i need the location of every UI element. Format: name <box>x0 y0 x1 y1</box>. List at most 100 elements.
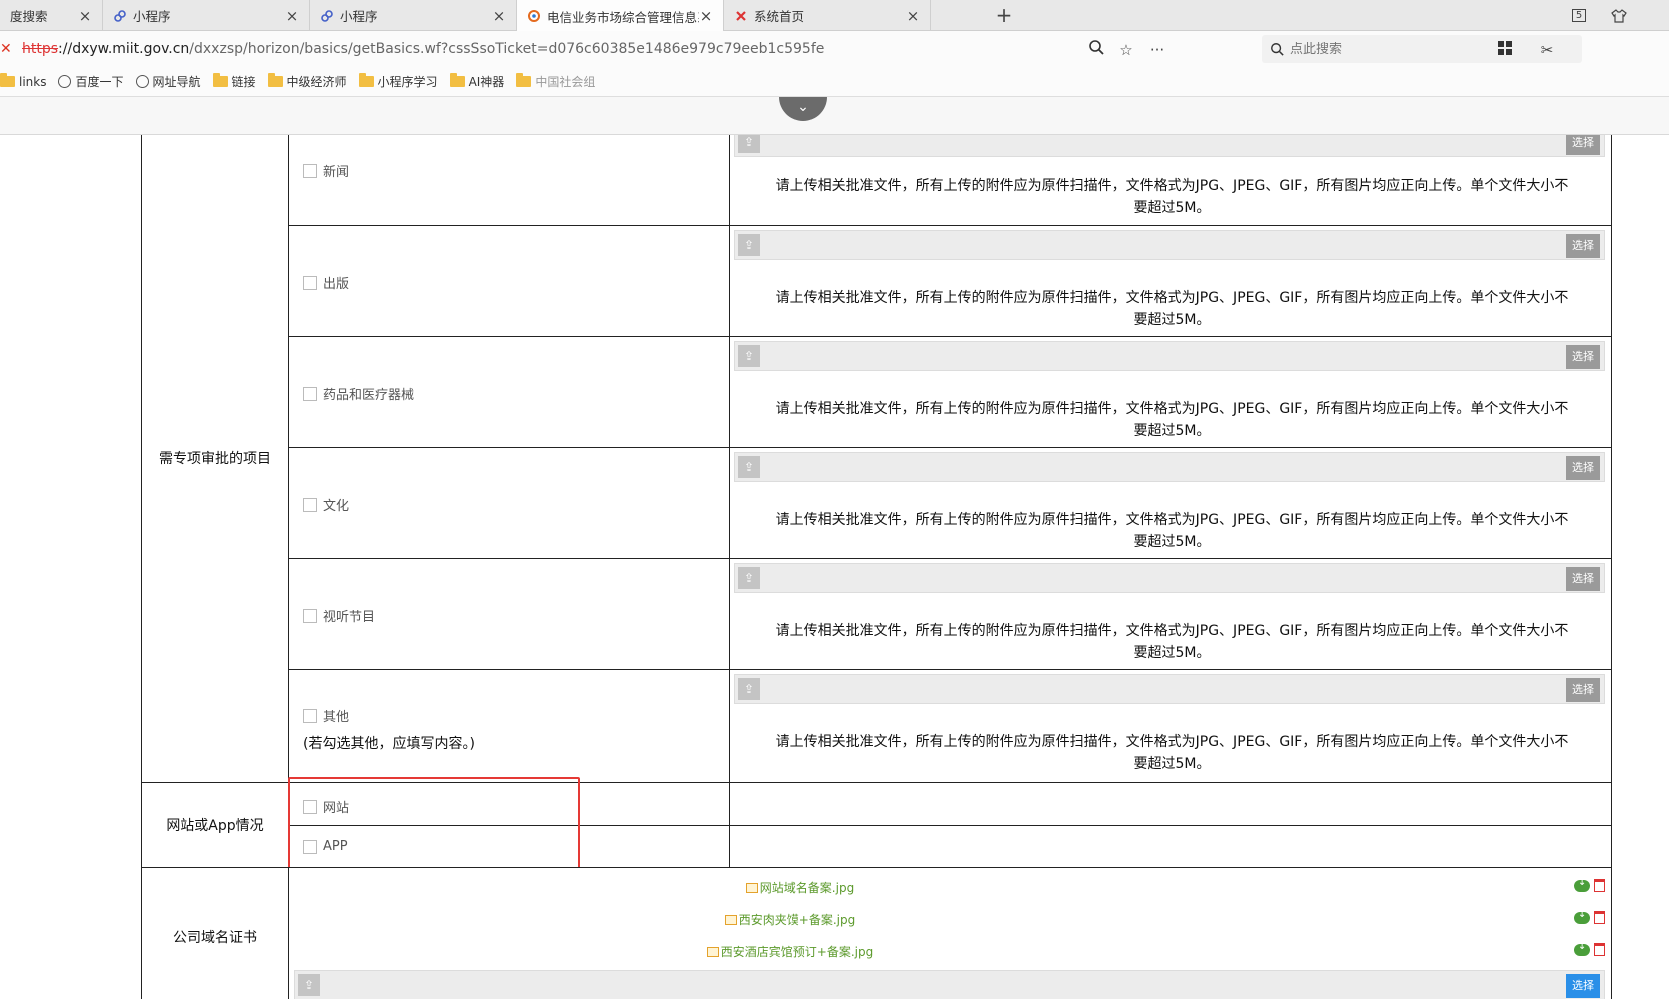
section-label-text: 网站或App情况 <box>166 818 264 834</box>
bookmark-social-org[interactable]: 中国社会组 <box>516 73 595 90</box>
logo-red-icon <box>736 10 746 21</box>
checkbox-box[interactable] <box>303 608 317 623</box>
bookmark-economist[interactable]: 中级经济师 <box>267 73 347 90</box>
folder-icon <box>516 73 532 87</box>
bookmark-label: 小程序学习 <box>377 75 438 89</box>
pick-button[interactable]: 选择 <box>1566 974 1600 998</box>
tab-miniprogram-2[interactable]: 小程序 × <box>310 0 517 31</box>
file-actions <box>1574 877 1605 892</box>
upload-bar-news[interactable]: ⇪ 选择 <box>734 135 1605 157</box>
bookmarks-bar: links 百度一下 网址导航 链接 中级经济师 小程序学习 AI神器 中国社会… <box>0 67 1669 97</box>
tab-miniprogram-1[interactable]: 小程序 × <box>103 0 310 31</box>
chevron-down-icon[interactable]: ⌄ <box>779 97 827 121</box>
search-box[interactable] <box>1262 35 1582 63</box>
apps-grid-icon[interactable] <box>1494 39 1516 61</box>
upload-bar-publishing[interactable]: ⇪ 选择 <box>734 230 1605 260</box>
checkbox-medicine[interactable]: 药品和医疗器械 <box>303 384 414 403</box>
tab-system-home[interactable]: 系统首页 × <box>724 0 931 31</box>
upload-icon[interactable]: ⇪ <box>738 456 760 478</box>
notice-line: 请上传相关批准文件，所有上传的附件应为原件扫描件，文件格式为JPG、JPEG、G… <box>775 623 1569 639</box>
close-icon[interactable]: × <box>492 7 506 25</box>
upload-bar-other[interactable]: ⇪ 选择 <box>734 674 1605 704</box>
bookmark-label: 链接 <box>231 75 256 89</box>
file-link[interactable]: 西安肉夹馍+备案.jpg <box>690 911 890 928</box>
pick-button[interactable]: 选择 <box>1566 135 1600 155</box>
upload-icon[interactable]: ⇪ <box>738 135 760 153</box>
upload-bar-culture[interactable]: ⇪ 选择 <box>734 452 1605 482</box>
close-icon[interactable]: × <box>78 7 92 25</box>
bookmark-ai-tools[interactable]: AI神器 <box>449 73 504 90</box>
scissors-icon[interactable]: ✂ <box>1536 39 1558 61</box>
pick-button[interactable]: 选择 <box>1566 456 1600 480</box>
search-input[interactable] <box>1290 41 1570 57</box>
pick-button[interactable]: 选择 <box>1566 678 1600 702</box>
checkbox-box[interactable] <box>303 163 317 178</box>
link-icon <box>321 9 333 22</box>
tab-title: 度搜索 <box>10 9 48 24</box>
upload-bar-medicine[interactable]: ⇪ 选择 <box>734 341 1605 371</box>
checkbox-news[interactable]: 新闻 <box>303 161 349 180</box>
upload-bar-audiovisual[interactable]: ⇪ 选择 <box>734 563 1605 593</box>
bookmark-links-folder[interactable]: 链接 <box>212 73 256 90</box>
pick-button[interactable]: 选择 <box>1566 234 1600 258</box>
file-link[interactable]: 网站域名备案.jpg <box>700 879 900 896</box>
upload-icon[interactable]: ⇪ <box>298 974 320 996</box>
checkbox-label: 新闻 <box>323 165 350 180</box>
insecure-lock-icon[interactable]: ✕ <box>0 41 16 57</box>
close-icon[interactable]: × <box>699 7 713 25</box>
checkbox-culture[interactable]: 文化 <box>303 495 349 514</box>
bookmark-url-nav[interactable]: 网址导航 <box>135 73 201 90</box>
star-icon[interactable]: ☆ <box>1115 39 1137 61</box>
url-field[interactable]: ✕ https://dxyw.miit.gov.cn/dxxzsp/horizo… <box>0 35 1250 63</box>
site-value-website <box>729 782 1612 826</box>
special-item-culture <box>288 447 730 559</box>
upload-icon[interactable]: ⇪ <box>738 678 760 700</box>
tab-count-icon[interactable]: 5 <box>1559 0 1599 31</box>
checkbox-other[interactable]: 其他 <box>303 706 349 725</box>
upload-bar-domain[interactable]: ⇪ 选择 <box>294 970 1605 999</box>
overflow-spacer <box>1639 0 1669 31</box>
tab-title: 电信业务市场综合管理信息系 <box>547 9 699 25</box>
checkbox-box[interactable] <box>303 386 317 401</box>
checkbox-audiovisual[interactable]: 视听节目 <box>303 606 375 625</box>
notice-line: 要超过5M。 <box>1133 423 1211 439</box>
form-scroll-area: 需专项审批的项目 ⇪ 选择 新闻 请上传相关批准文件，所有上传的附件应为原件扫描… <box>0 135 1669 999</box>
shirt-icon[interactable] <box>1599 0 1639 31</box>
bookmark-miniprogram-study[interactable]: 小程序学习 <box>358 73 438 90</box>
pick-button[interactable]: 选择 <box>1566 567 1600 591</box>
logo-icon <box>528 10 540 22</box>
checkbox-box[interactable] <box>303 275 317 290</box>
close-icon[interactable]: × <box>906 7 920 25</box>
image-file-icon <box>745 882 758 893</box>
domain-cert-label: 公司域名证书 <box>141 867 289 999</box>
tab-title: 系统首页 <box>754 9 805 24</box>
trash-icon[interactable] <box>1594 943 1605 956</box>
notice-line: 要超过5M。 <box>1133 534 1211 550</box>
download-icon[interactable] <box>1574 909 1590 924</box>
download-icon[interactable] <box>1574 941 1590 956</box>
file-link[interactable]: 西安酒店宾馆预订+备案.jpg <box>680 943 900 960</box>
search-icon <box>1271 43 1284 56</box>
bookmark-label: links <box>19 74 47 89</box>
tab-baidu[interactable]: 度搜索 × <box>0 0 103 31</box>
site-value-app <box>729 825 1612 868</box>
pick-button[interactable]: 选择 <box>1566 345 1600 369</box>
bookmark-baidu[interactable]: 百度一下 <box>58 73 124 90</box>
browser-tab-strip: 度搜索 × 小程序 × 小程序 × 电信业务市场综合管理信息系 × 系统首页 ×… <box>0 0 1669 32</box>
upload-icon[interactable]: ⇪ <box>738 567 760 589</box>
trash-icon[interactable] <box>1594 879 1605 892</box>
upload-icon[interactable]: ⇪ <box>738 234 760 256</box>
checkbox-box[interactable] <box>303 708 317 723</box>
more-icon[interactable]: ··· <box>1146 39 1168 61</box>
trash-icon[interactable] <box>1594 911 1605 924</box>
new-tab-button[interactable]: + <box>993 4 1015 26</box>
notice-line: 请上传相关批准文件，所有上传的附件应为原件扫描件，文件格式为JPG、JPEG、G… <box>775 734 1569 750</box>
zoom-icon[interactable] <box>1085 39 1107 61</box>
download-icon[interactable] <box>1574 877 1590 892</box>
close-icon[interactable]: × <box>285 7 299 25</box>
upload-icon[interactable]: ⇪ <box>738 345 760 367</box>
tab-telecom-system[interactable]: 电信业务市场综合管理信息系 × <box>517 0 724 32</box>
checkbox-box[interactable] <box>303 497 317 512</box>
bookmark-links[interactable]: links <box>0 73 47 89</box>
checkbox-publishing[interactable]: 出版 <box>303 273 349 292</box>
